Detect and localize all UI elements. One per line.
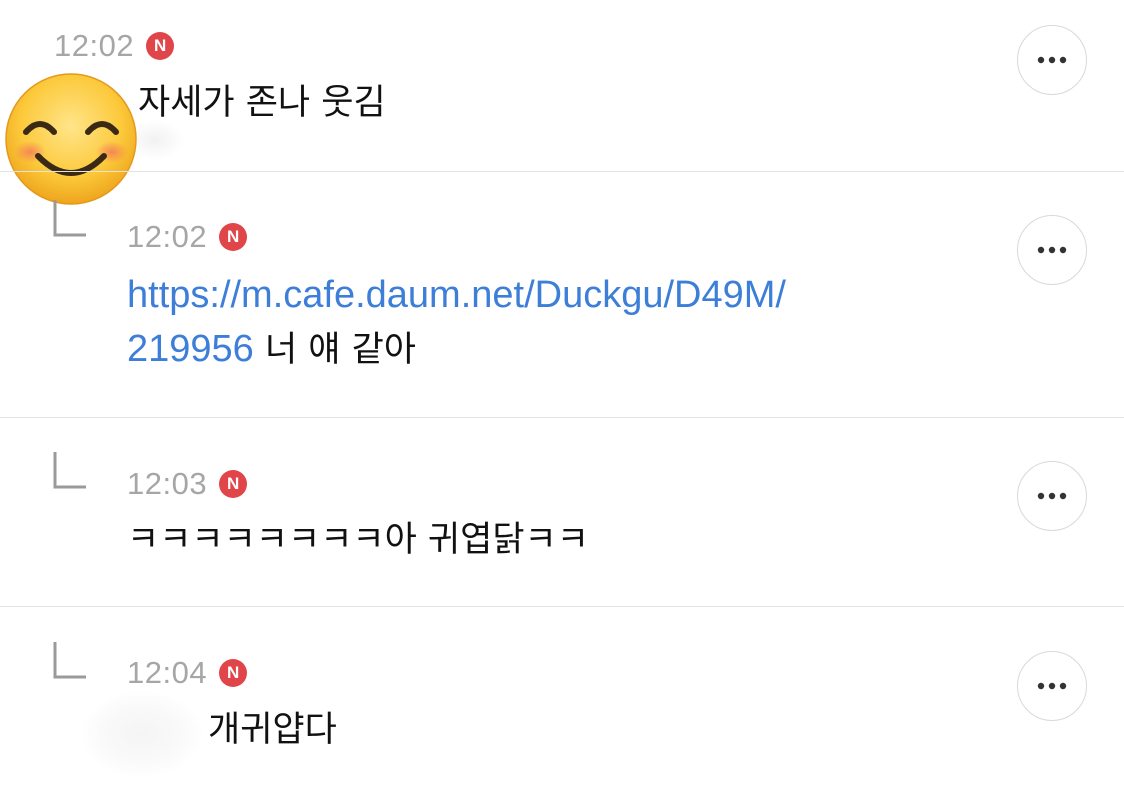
more-options-button[interactable] xyxy=(1017,215,1087,285)
more-options-button[interactable] xyxy=(1017,461,1087,531)
comment-time: 12:02 xyxy=(127,219,208,254)
comment-time: 12:02 xyxy=(54,28,135,63)
new-badge: N xyxy=(219,658,248,687)
reply-arrow-icon xyxy=(53,200,86,237)
more-options-icon xyxy=(1037,246,1067,254)
comment-text: 개귀얍다 xyxy=(208,710,337,750)
comment-meta: 12:02 N xyxy=(54,28,175,63)
comment-text: 자세가 존나 웃김 xyxy=(138,83,386,123)
comment-link[interactable]: https://m.cafe.daum.net/Duckgu/D49M/ xyxy=(127,274,786,316)
reply-arrow-icon xyxy=(53,452,86,489)
more-options-button[interactable] xyxy=(1017,651,1087,721)
more-options-icon xyxy=(1037,682,1067,690)
smiling-face-emoji-icon xyxy=(5,73,137,205)
new-badge: N xyxy=(219,469,248,498)
divider xyxy=(0,417,1124,418)
comment-time: 12:04 xyxy=(127,655,208,690)
comment-text-line1: https://m.cafe.daum.net/Duckgu/D49M/ xyxy=(127,268,786,323)
new-badge: N xyxy=(219,222,248,251)
more-options-button[interactable] xyxy=(1017,25,1087,95)
comment-time: 12:03 xyxy=(127,466,208,501)
comment-link-continued[interactable]: 219956 xyxy=(127,328,254,370)
comment-text-line2: 219956 너 얘 같아 xyxy=(127,322,416,377)
comment-text-suffix: 너 얘 같아 xyxy=(253,330,416,370)
new-badge: N xyxy=(146,31,175,60)
divider xyxy=(0,606,1124,607)
divider xyxy=(0,171,1124,172)
comment-meta: 12:04 N xyxy=(127,655,248,690)
comment-meta: 12:03 N xyxy=(127,466,248,501)
comment-text: ㅋㅋㅋㅋㅋㅋㅋㅋ아 귀엽닭ㅋㅋ xyxy=(127,520,589,560)
more-options-icon xyxy=(1037,56,1067,64)
redaction-smudge xyxy=(82,692,202,776)
more-options-icon xyxy=(1037,492,1067,500)
reply-arrow-icon xyxy=(53,642,86,679)
comment-meta: 12:02 N xyxy=(127,219,248,254)
